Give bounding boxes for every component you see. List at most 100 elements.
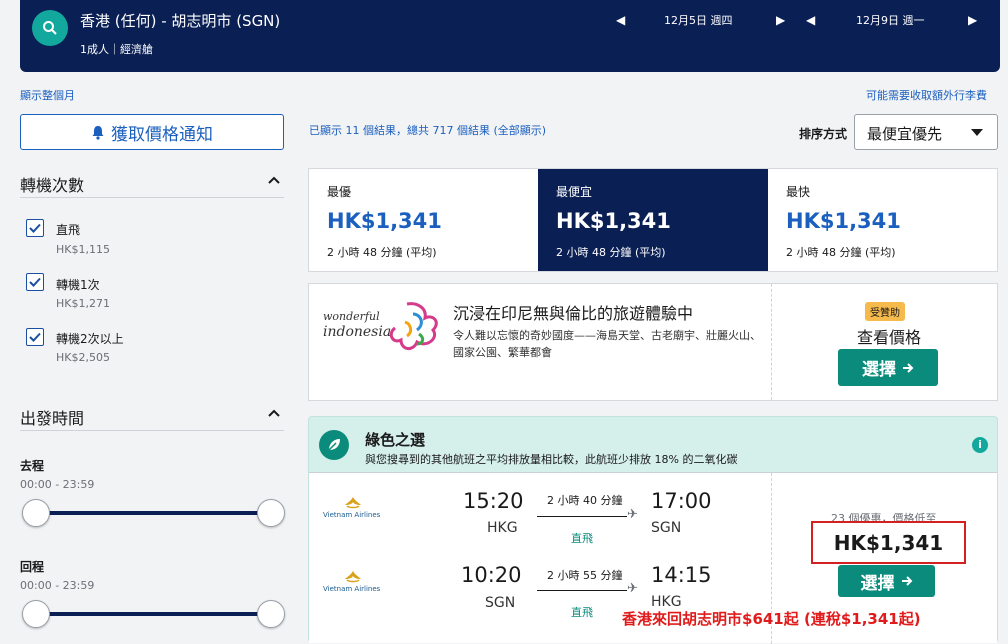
- outbound-depart-airport: HKG: [487, 520, 518, 536]
- divider: [20, 197, 284, 198]
- tab-price: HK$1,341: [786, 209, 901, 233]
- return-label: 回程: [20, 560, 45, 574]
- inbound-arrive-time: 14:15: [651, 563, 712, 587]
- outbound-stops: 直飛: [571, 532, 593, 545]
- return-slider-end-handle[interactable]: [257, 600, 285, 628]
- sponsored-ad-card[interactable]: wonderful indonesia 沉浸在印尼無與倫比的旅遊體驗中 令人難以…: [308, 283, 998, 401]
- green-choice-title: 綠色之選: [365, 431, 426, 449]
- logo-text-bottom: indonesia: [323, 324, 391, 340]
- outbound-slider-track[interactable]: [36, 511, 270, 515]
- inbound-depart-airport: SGN: [485, 595, 516, 611]
- tab-duration: 2 小時 48 分鐘 (平均): [327, 246, 437, 259]
- sponsored-badge: 受贊助: [865, 302, 905, 321]
- collapse-time-icon[interactable]: [268, 409, 280, 417]
- search-summary-header: 香港 (任何) - 胡志明市 (SGN) 1成人｜經濟艙 ◀ 12月5日 週四 …: [20, 0, 1000, 72]
- inbound-stops: 直飛: [571, 606, 593, 619]
- flight-select-label: 選擇: [860, 573, 895, 594]
- wonderful-indonesia-logo: wonderful indonesia: [323, 302, 438, 350]
- tab-price: HK$1,341: [327, 209, 442, 233]
- tab-name: 最優: [327, 185, 352, 199]
- chevron-down-icon: [971, 129, 983, 136]
- result-count[interactable]: 已顯示 11 個結果，總共 717 個結果 (全部顯示): [309, 122, 546, 138]
- airline-name: Vietnam Airlines: [323, 585, 381, 593]
- outbound-slider-end-handle[interactable]: [257, 499, 285, 527]
- outbound-duration: 2 小時 40 分鐘: [547, 494, 623, 507]
- arrow-right-icon: [903, 362, 914, 373]
- bell-icon: [92, 125, 104, 140]
- search-icon: [43, 21, 57, 35]
- collapse-stops-icon[interactable]: [268, 176, 280, 184]
- stop-label-direct[interactable]: 直飛: [56, 221, 80, 238]
- airline-name: Vietnam Airlines: [323, 511, 381, 519]
- ad-select-label: 選擇: [862, 360, 896, 380]
- search-button[interactable]: [32, 10, 68, 46]
- return-slider-track[interactable]: [36, 612, 270, 616]
- tab-name: 最便宜: [556, 185, 593, 199]
- check-icon: [29, 223, 41, 233]
- check-icon: [29, 277, 41, 287]
- outbound-label: 去程: [20, 459, 45, 473]
- outbound-slider-start-handle[interactable]: [22, 499, 50, 527]
- show-month-link[interactable]: 顯示整個月: [20, 87, 75, 103]
- view-price-label: 查看價格: [857, 328, 922, 347]
- outbound-depart-time: 15:20: [463, 489, 524, 513]
- green-choice-description: 與您搜尋到的其他航班之平均排放量相比較，此航班少排放 18% 的二氧化碳: [365, 453, 738, 466]
- tab-best[interactable]: 最優 HK$1,341 2 小時 48 分鐘 (平均): [309, 169, 539, 271]
- ad-title: 沉浸在印尼無與倫比的旅遊體驗中: [453, 304, 694, 323]
- logo-text-top: wonderful: [323, 310, 380, 323]
- ad-description: 令人難以忘懷的奇妙國度——海島天堂、古老廟宇、壯麗火山、國家公園、繁華都會: [453, 329, 761, 359]
- vietnam-airlines-logo: Vietnam Airlines: [323, 497, 381, 519]
- checkbox-direct[interactable]: [26, 219, 44, 237]
- price-alert-button[interactable]: 獲取價格通知: [20, 114, 284, 150]
- sort-value: 最便宜優先: [867, 125, 943, 143]
- outbound-route-line: [537, 516, 627, 517]
- departure-time-title: 出發時間: [20, 409, 85, 428]
- checkbox-two-plus-stops[interactable]: [26, 328, 44, 346]
- flight-price-highlight: HK$1,341: [811, 521, 966, 564]
- sort-select[interactable]: 最便宜優先: [854, 114, 998, 150]
- promo-annotation: 香港來回胡志明市$641起 (連稅$1,341起): [622, 610, 921, 628]
- tab-duration: 2 小時 48 分鐘 (平均): [556, 246, 666, 259]
- return-date[interactable]: 12月9日 週一: [856, 12, 925, 28]
- stop-label-one[interactable]: 轉機1次: [56, 276, 100, 293]
- outbound-arrive-airport: SGN: [651, 520, 682, 536]
- divider: [20, 430, 284, 431]
- stop-price-direct: HK$1,115: [56, 243, 110, 256]
- vietnam-airlines-logo: Vietnam Airlines: [323, 571, 381, 593]
- passengers-cabin[interactable]: 1成人｜經濟艙: [80, 41, 153, 57]
- outbound-time-range: 00:00 - 23:59: [20, 478, 95, 491]
- stop-label-two-plus[interactable]: 轉機2次以上: [56, 330, 124, 347]
- stop-price-one: HK$1,271: [56, 297, 110, 310]
- inbound-duration: 2 小時 55 分鐘: [547, 569, 623, 582]
- depart-date-prev-icon[interactable]: ◀: [616, 13, 625, 27]
- plane-icon: ✈: [627, 581, 638, 596]
- depart-date[interactable]: 12月5日 週四: [664, 12, 733, 28]
- leaf-icon: [319, 430, 349, 460]
- inbound-depart-time: 10:20: [461, 563, 522, 587]
- tab-price: HK$1,341: [556, 209, 671, 233]
- checkbox-one-stop[interactable]: [26, 273, 44, 291]
- stop-price-two-plus: HK$2,505: [56, 351, 110, 364]
- sort-tabs: 最優 HK$1,341 2 小時 48 分鐘 (平均) 最便宜 HK$1,341…: [308, 168, 998, 272]
- return-date-next-icon[interactable]: ▶: [968, 13, 977, 27]
- sort-label: 排序方式: [799, 127, 848, 141]
- return-date-prev-icon[interactable]: ◀: [806, 13, 815, 27]
- ad-select-button[interactable]: 選擇: [838, 349, 938, 386]
- baggage-fee-link[interactable]: 可能需要收取額外行李費: [866, 87, 987, 103]
- check-icon: [29, 332, 41, 342]
- flight-price: HK$1,341: [833, 530, 944, 555]
- stops-filter-title: 轉機次數: [20, 176, 85, 195]
- route-title[interactable]: 香港 (任何) - 胡志明市 (SGN): [80, 10, 280, 31]
- card-divider: [771, 284, 772, 400]
- info-icon[interactable]: i: [972, 437, 988, 453]
- tab-fastest[interactable]: 最快 HK$1,341 2 小時 48 分鐘 (平均): [768, 169, 998, 271]
- tab-name: 最快: [786, 185, 811, 199]
- arrow-right-icon: [901, 576, 912, 586]
- inbound-route-line: [537, 590, 627, 591]
- flight-select-button[interactable]: 選擇: [838, 565, 935, 597]
- depart-date-next-icon[interactable]: ▶: [776, 13, 785, 27]
- plane-icon: ✈: [627, 507, 638, 522]
- return-slider-start-handle[interactable]: [22, 600, 50, 628]
- tab-duration: 2 小時 48 分鐘 (平均): [786, 246, 896, 259]
- tab-cheapest[interactable]: 最便宜 HK$1,341 2 小時 48 分鐘 (平均): [538, 169, 768, 271]
